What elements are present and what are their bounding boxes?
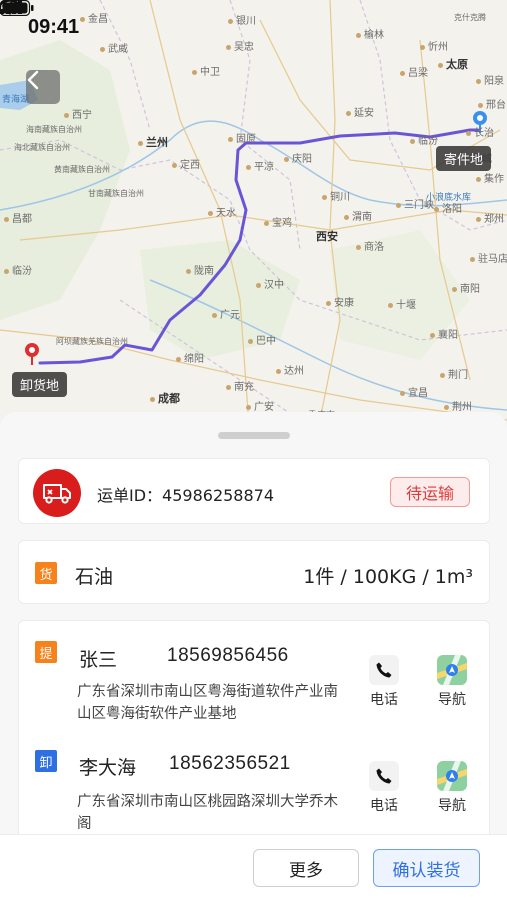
unload-phone: 18562356521 (169, 753, 291, 774)
phone-icon (369, 761, 399, 791)
map-city-label: 十堰 (388, 296, 416, 311)
map-city-label: 巴中 (248, 332, 276, 347)
map-city-label: 安康 (326, 294, 354, 309)
order-card: 运单ID：45986258874 待运输 (18, 458, 490, 524)
map-city-label: 铜川 (322, 188, 350, 203)
order-status-badge: 待运输 (390, 477, 470, 507)
back-button[interactable] (26, 70, 60, 104)
confirm-loading-button[interactable]: 确认装货 (373, 849, 480, 887)
map-city-label: 广安 (246, 398, 274, 413)
map-city-label: 太原 (438, 56, 468, 72)
map-city-label: 定西 (172, 156, 200, 171)
bottom-action-bar: 更多 确认装货 (0, 834, 507, 900)
map-city-label: 宜昌 (400, 384, 428, 399)
contacts-card: 提 张三 18569856456 广东省深圳市南山区粤海街道软件产业南山区粤海街… (18, 620, 490, 860)
map-region-label: 小浪底水库 (426, 193, 472, 203)
map-region-label: 阿坝藏族羌族自治州 (56, 337, 128, 346)
maps-icon (437, 761, 467, 791)
origin-label: 寄件地 (436, 146, 492, 171)
unload-tag: 卸 (35, 750, 57, 772)
map-city-label: 天水 (208, 204, 236, 219)
unload-name: 李大海 (79, 757, 137, 779)
pickup-call-button[interactable]: 电话 (359, 655, 409, 709)
map-city-label: 绵阳 (176, 350, 204, 365)
destination-label: 卸货地 (12, 372, 68, 397)
map-city-label: 长治 (466, 124, 494, 139)
map-city-label: 平凉 (246, 158, 274, 173)
sheet-drag-handle[interactable] (218, 432, 290, 439)
map-city-label: 邢台 (478, 96, 506, 111)
map-city-label: 南阳 (452, 280, 480, 295)
map-city-label: 阳泉 (476, 72, 504, 87)
map-city-label: 临汾 (4, 262, 32, 277)
cargo-name: 石油 (75, 566, 114, 588)
map-region-label: 青海湖 (2, 95, 30, 105)
truck-avatar (33, 469, 81, 517)
map-city-label: 宝鸡 (264, 214, 292, 229)
pickup-address: 广东省深圳市南山区粤海街道软件产业南山区粤海街软件产业基地 (77, 684, 338, 722)
unload-navigate-label: 导航 (438, 798, 466, 814)
map-region-label: 海南藏族自治州 (26, 125, 82, 134)
unload-address: 广东省深圳市南山区桃园路深圳大学乔木阁 (77, 794, 338, 832)
pickup-navigate-button[interactable]: 导航 (427, 655, 477, 709)
map-city-label: 商洛 (356, 238, 384, 253)
map-city-label: 中卫 (192, 63, 220, 78)
unload-call-label: 电话 (370, 798, 398, 814)
map-city-label: 襄阳 (430, 326, 458, 341)
map-city-label: 兰州 (138, 134, 168, 150)
battery-icon (0, 0, 34, 16)
pickup-phone: 18569856456 (167, 645, 289, 666)
map-city-label: 达州 (276, 362, 304, 377)
map-city-label: 荆州 (444, 398, 472, 413)
order-detail-sheet: 运单ID：45986258874 待运输 货 石油 1件 / 100KG / 1… (0, 412, 507, 900)
map-city-label: 成都 (150, 390, 180, 406)
cargo-tag: 货 (35, 562, 57, 584)
map-city-label: 西宁 (64, 106, 92, 121)
map-city-label: 郑州 (476, 210, 504, 225)
map-city-label: 庆阳 (284, 150, 312, 165)
status-bar: 09:41 (0, 0, 507, 56)
more-button[interactable]: 更多 (253, 849, 359, 887)
cargo-card: 货 石油 1件 / 100KG / 1m³ (18, 540, 490, 604)
map-city-label: 荆门 (440, 366, 468, 381)
map-region-label: 甘南藏族自治州 (88, 189, 144, 198)
map-city-label: 固原 (228, 130, 256, 145)
map-city-label: 陇南 (186, 262, 214, 277)
map-background (0, 0, 507, 440)
map-city-label: 广元 (212, 306, 240, 321)
unload-call-button[interactable]: 电话 (359, 761, 409, 815)
map-region-label: 海北藏族自治州 (14, 143, 70, 152)
map-city-label: 驻马店 (470, 250, 507, 265)
map-city-label: 西安 (316, 230, 338, 243)
map-city-label: 延安 (346, 104, 374, 119)
map-city-label: 吕梁 (400, 64, 428, 79)
map-city-label: 临汾 (410, 132, 438, 147)
chevron-left-icon (27, 70, 39, 90)
unload-navigate-button[interactable]: 导航 (427, 761, 477, 815)
maps-icon (437, 655, 467, 685)
cargo-spec: 1件 / 100KG / 1m³ (303, 566, 473, 588)
map-region-label: 黄南藏族自治州 (54, 165, 110, 174)
map-city-label: 渭南 (344, 208, 372, 223)
order-id: 运单ID：45986258874 (97, 486, 275, 505)
route-map[interactable]: 金昌 武威 银川 吴忠 中卫 西宁 兰州 定西 固原 平凉 庆阳 榆林 忻州 太… (0, 0, 507, 440)
phone-icon (369, 655, 399, 685)
status-time: 09:41 (28, 16, 80, 38)
truck-icon (43, 484, 71, 504)
map-city-label: 昌都 (4, 210, 32, 225)
pickup-tag: 提 (35, 641, 57, 663)
map-city-label: 南充 (226, 378, 254, 393)
pickup-navigate-label: 导航 (438, 692, 466, 708)
pickup-call-label: 电话 (370, 692, 398, 708)
map-city-label: 汉中 (256, 276, 284, 291)
map-city-label: 集作 (476, 170, 504, 185)
pickup-name: 张三 (79, 649, 118, 671)
